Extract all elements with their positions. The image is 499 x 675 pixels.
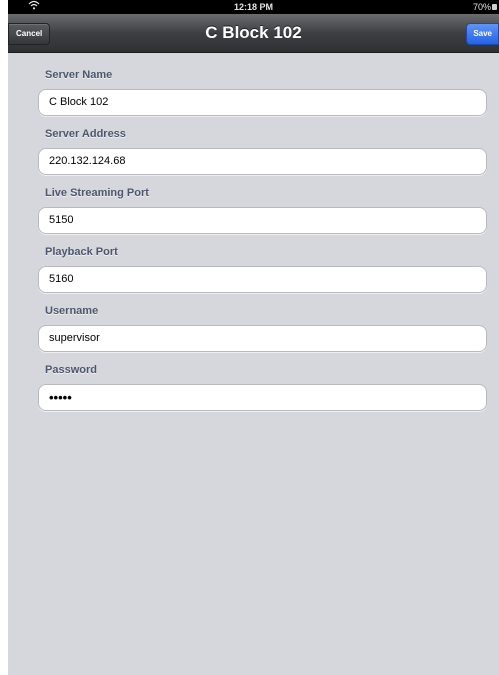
server-address-field[interactable]: 220.132.124.68 [38, 148, 487, 175]
playback-port-label: Playback Port [45, 246, 118, 258]
playback-port-field[interactable]: 5160 [38, 266, 487, 293]
username-value: supervisor [49, 332, 100, 344]
username-label: Username [45, 305, 99, 317]
live-streaming-port-value: 5150 [49, 214, 74, 226]
status-bar: 12:18 PM 70% [8, 0, 499, 14]
page-title: C Block 102 [205, 23, 302, 42]
password-label: Password [45, 364, 97, 376]
navigation-bar: Cancel C Block 102 Save [8, 14, 499, 53]
server-name-value: C Block 102 [49, 96, 109, 108]
live-streaming-port-label: Live Streaming Port [45, 187, 149, 199]
server-name-field[interactable]: C Block 102 [38, 89, 487, 116]
server-address-label: Server Address [45, 128, 126, 140]
server-address-value: 220.132.124.68 [49, 155, 126, 167]
battery-status: 70% [473, 0, 497, 14]
password-field[interactable]: ••••• [38, 384, 487, 411]
playback-port-value: 5160 [49, 273, 74, 285]
username-field[interactable]: supervisor [38, 325, 487, 352]
app-screen: 12:18 PM 70% Cancel C Block 102 Save Ser… [8, 0, 499, 675]
battery-icon [492, 4, 497, 10]
live-streaming-port-field[interactable]: 5150 [38, 207, 487, 234]
save-button[interactable]: Save [466, 23, 499, 45]
status-time: 12:18 PM [233, 2, 274, 12]
password-value: ••••• [49, 390, 72, 405]
battery-percent: 70% [472, 2, 491, 12]
server-name-label: Server Name [45, 69, 113, 81]
